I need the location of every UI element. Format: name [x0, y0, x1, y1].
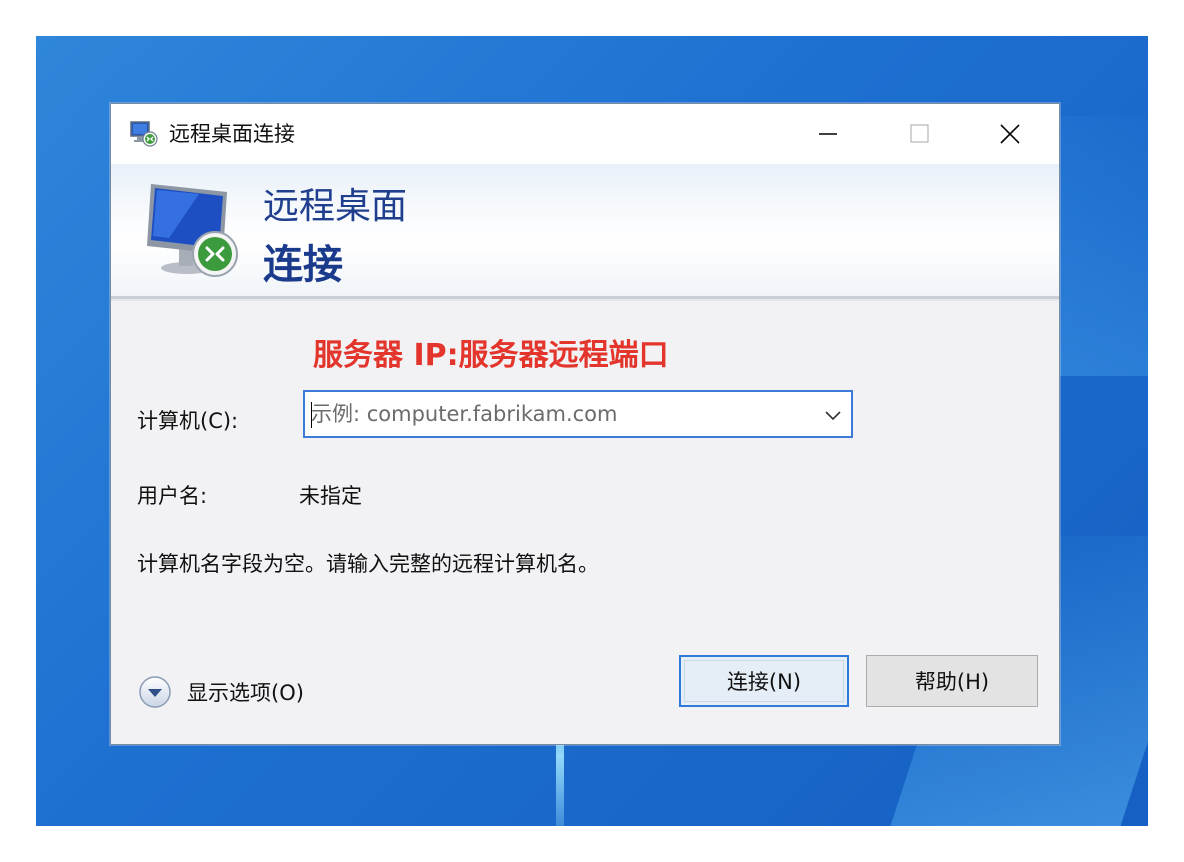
help-button-label: 帮助(H) — [914, 670, 990, 694]
show-options-toggle[interactable]: 显示选项(O) — [137, 674, 304, 710]
monitor-remote-icon — [147, 184, 238, 277]
computer-input[interactable] — [311, 392, 811, 436]
title-bar[interactable]: 远程桌面连接 — [111, 104, 1059, 164]
maximize-icon — [910, 124, 929, 143]
close-button[interactable] — [987, 114, 1033, 154]
header-banner: 远程桌面 连接 — [111, 164, 1059, 296]
banner-title-remote-desktop: 远程桌面 — [263, 186, 408, 227]
computer-label: 计算机(C): — [137, 409, 239, 433]
expand-down-icon — [139, 676, 171, 708]
wallpaper-light-panel-top — [1056, 116, 1148, 376]
connect-button-label: 连接(N) — [726, 670, 802, 694]
banner-divider-highlight — [111, 299, 1059, 301]
text-caret — [311, 402, 312, 428]
status-message: 计算机名字段为空。请输入完整的远程计算机名。 — [137, 552, 599, 576]
remote-desktop-window: 远程桌面连接 远程桌面 连接 服务器 IP:服务器远程端口 计算机(C): 示例… — [110, 103, 1060, 745]
remote-desktop-icon — [130, 121, 158, 147]
username-label: 用户名: — [137, 484, 208, 508]
connect-button[interactable]: 连接(N) — [679, 655, 849, 707]
minimize-button[interactable] — [805, 114, 851, 154]
maximize-button[interactable] — [897, 114, 943, 154]
show-options-label: 显示选项(O) — [187, 681, 304, 705]
computer-combobox[interactable] — [303, 390, 853, 438]
minimize-icon — [819, 133, 837, 135]
chevron-down-icon[interactable] — [823, 405, 843, 425]
help-button[interactable]: 帮助(H) — [866, 655, 1038, 707]
banner-title-connection: 连接 — [263, 242, 343, 288]
server-ip-annotation: 服务器 IP:服务器远程端口 — [313, 338, 669, 373]
close-icon — [1000, 124, 1020, 144]
window-title: 远程桌面连接 — [169, 122, 295, 146]
username-value: 未指定 — [299, 484, 362, 508]
